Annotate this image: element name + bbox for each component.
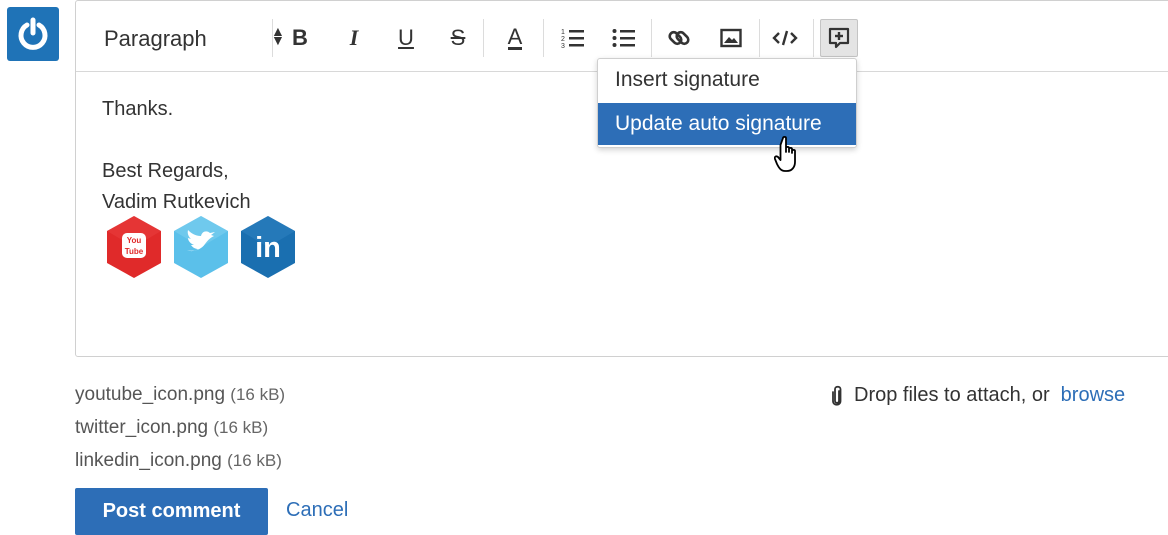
comment-editor[interactable]: Paragraph ▲ ▼ B I U S A 1 2 3 Thanks. Be… [75,0,1168,357]
insert-signature-item[interactable]: Insert signature [598,59,856,101]
signature-menu: Insert signature Update auto signature [597,58,857,148]
content-line: Thanks. [102,98,174,120]
svg-text:2: 2 [561,36,565,43]
image-icon [720,28,742,48]
attachment-name: twitter_icon.png [75,417,209,438]
bulleted-list-button[interactable] [607,21,641,55]
svg-text:Tube: Tube [125,247,144,256]
youtube-icon: You Tube [107,216,161,278]
font-color-icon: A [507,23,523,50]
attachment-list: youtube_icon.png (16 kB) twitter_icon.pn… [75,378,285,477]
dropzone-text: Drop files to attach, or [854,384,1050,406]
linkedin-icon: in [241,216,295,278]
attachment-name: linkedin_icon.png [75,450,222,471]
file-dropzone[interactable]: Drop files to attach, or browse [828,384,1125,407]
bold-button[interactable]: B [283,21,317,55]
paragraph-format-label: Paragraph [104,26,207,51]
strikethrough-icon: S [450,25,466,50]
numbered-list-button[interactable]: 1 2 3 [556,21,590,55]
attachment-item[interactable]: linkedin_icon.png (16 kB) [75,444,285,477]
post-comment-button[interactable]: Post comment [75,488,268,535]
editor-content[interactable]: Thanks. Best Regards, Vadim Rutkevich [102,95,251,216]
content-line: Best Regards, [102,160,229,182]
toolbar-divider [272,19,273,57]
power-icon [18,17,48,50]
attachment-item[interactable]: twitter_icon.png (16 kB) [75,411,285,444]
toolbar-divider [651,19,652,57]
svg-text:in: in [255,232,281,264]
italic-button[interactable]: I [337,21,371,55]
toolbar-divider [543,19,544,57]
browse-link[interactable]: browse [1061,384,1125,407]
attachment-size: (16 kB) [230,385,286,404]
svg-text:You: You [127,236,142,245]
attachment-name: youtube_icon.png [75,384,226,405]
attachment-size: (16 kB) [227,451,282,470]
numbered-list-icon: 1 2 3 [561,29,584,49]
update-auto-signature-item[interactable]: Update auto signature [598,103,856,145]
font-color-button[interactable]: A [498,21,532,55]
hand-cursor-icon [774,135,796,172]
twitter-icon [174,216,228,278]
underline-icon: U [398,25,414,50]
toolbar-divider [813,19,814,57]
attachment-size: (16 kB) [213,418,269,437]
svg-text:3: 3 [561,43,565,49]
paperclip-icon [832,385,842,406]
social-icons: You Tube in [104,214,298,280]
code-button[interactable] [768,21,802,55]
cancel-link[interactable]: Cancel [286,499,348,522]
link-icon [668,30,690,46]
avatar[interactable] [7,7,59,61]
toolbar-divider [759,19,760,57]
paragraph-format-select[interactable]: Paragraph ▲ ▼ [104,23,285,55]
link-button[interactable] [662,21,696,55]
signature-icon [828,27,850,49]
signature-button[interactable] [820,19,858,57]
content-line: Vadim Rutkevich [102,191,251,213]
attachment-item[interactable]: youtube_icon.png (16 kB) [75,378,285,411]
strikethrough-button[interactable]: S [441,21,475,55]
code-icon [772,30,798,46]
image-button[interactable] [714,21,748,55]
svg-text:1: 1 [561,29,565,36]
toolbar-divider [483,19,484,57]
bold-icon: B [292,25,308,50]
underline-button[interactable]: U [389,21,423,55]
italic-icon: I [349,25,359,50]
bulleted-list-icon [612,29,635,47]
